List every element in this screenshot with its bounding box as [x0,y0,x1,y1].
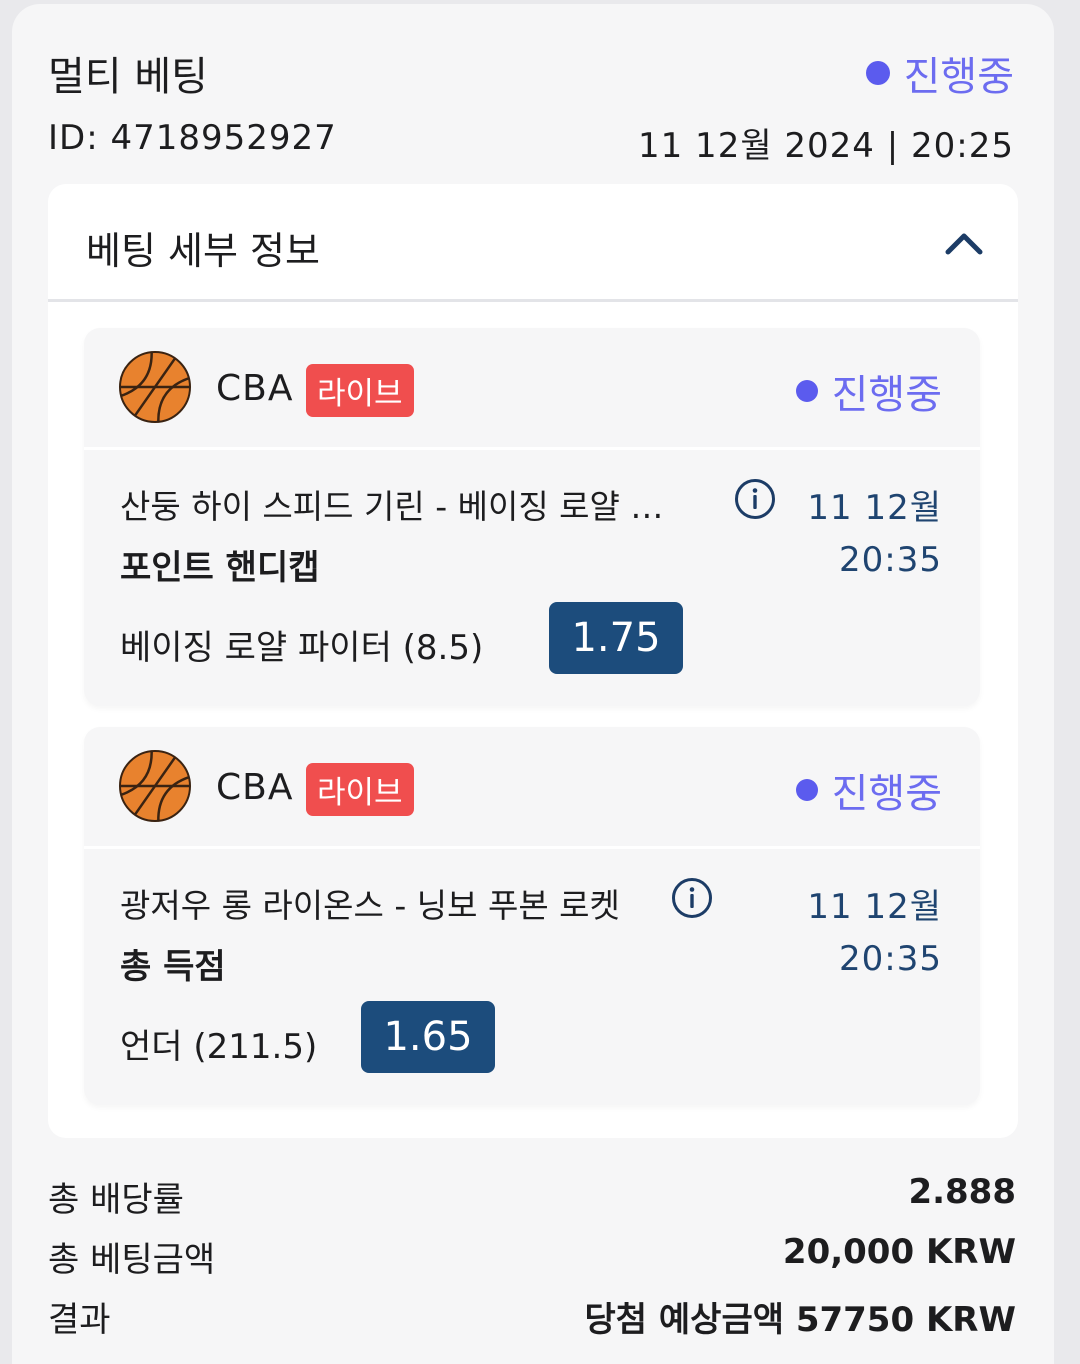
match-name: 광저우 롱 라이온스 - 닝보 푸본 로켓 [120,886,620,925]
bet-leg-body: 광저우 롱 라이온스 - 닝보 푸본 로켓 11 12월 20:35 총 득점 … [84,849,980,1105]
league-name: CBA [216,368,294,409]
bet-datetime: 11 12월 2024 | 20:25 [637,126,1014,166]
bet-leg-body: 산둥 하이 스피드 기린 - 베이징 로얄 … 11 12월 20:35 포인트… [84,450,980,706]
league-name: CBA [216,767,294,808]
status-dot-icon [795,779,818,801]
bet-leg: CBA 라이브 진행중 산둥 하이 스피드 기린 - 베이징 로얄 … 11 1… [84,328,980,706]
bet-leg-status: 진행중 [795,362,942,420]
bet-leg-status: 진행중 [795,761,942,819]
total-stake-label: 총 베팅금액 [48,1240,216,1280]
total-odds-value: 2.888 [908,1172,1016,1212]
result-label: 결과 [48,1300,111,1340]
total-odds-label: 총 배당률 [48,1180,184,1220]
info-icon[interactable] [671,877,713,919]
bet-id: ID: 4718952927 [48,118,337,158]
bet-leg-header: CBA 라이브 진행중 [84,328,980,450]
selection-name: 베이징 로얄 파이터 (8.5) [120,628,484,668]
match-date: 11 12월 [807,488,942,528]
match-time: 20:35 [839,939,942,979]
slip-status-label: 진행중 [903,54,1014,100]
status-dot-icon [795,380,818,402]
basketball-icon [119,750,191,822]
slip-status: 진행중 [865,44,1014,102]
match-date: 11 12월 [807,887,942,927]
basketball-icon [119,351,191,423]
live-badge: 라이브 [306,364,414,417]
bet-details-panel: 베팅 세부 정보 CBA 라이브 진행중 산둥 하이 스피드 기린 - 베이징 … [48,184,1018,1138]
info-icon[interactable] [734,478,776,520]
market-name: 포인트 핸디캡 [120,548,320,588]
match-time: 20:35 [839,540,942,580]
bet-details-header[interactable]: 베팅 세부 정보 [48,184,1018,302]
match-name: 산둥 하이 스피드 기린 - 베이징 로얄 … [120,487,664,526]
status-dot-icon [865,61,890,85]
bet-slip-card: 멀티 베팅 진행중 ID: 4718952927 11 12월 2024 | 2… [12,4,1054,1364]
result-value: 당첨 예상금액 57750 KRW [584,1300,1016,1340]
live-badge: 라이브 [306,763,414,816]
bet-details-title: 베팅 세부 정보 [86,229,320,273]
bet-leg: CBA 라이브 진행중 광저우 롱 라이온스 - 닝보 푸본 로켓 11 12월… [84,727,980,1105]
bet-leg-header: CBA 라이브 진행중 [84,727,980,849]
bet-type-title: 멀티 베팅 [48,54,208,100]
bet-leg-status-label: 진행중 [831,771,942,817]
chevron-up-icon[interactable] [944,228,984,258]
odds-button[interactable]: 1.65 [361,1001,495,1073]
total-stake-value: 20,000 KRW [782,1232,1016,1272]
market-name: 총 득점 [120,947,226,987]
bet-leg-status-label: 진행중 [831,372,942,418]
selection-name: 언더 (211.5) [120,1027,318,1067]
odds-button[interactable]: 1.75 [549,602,683,674]
